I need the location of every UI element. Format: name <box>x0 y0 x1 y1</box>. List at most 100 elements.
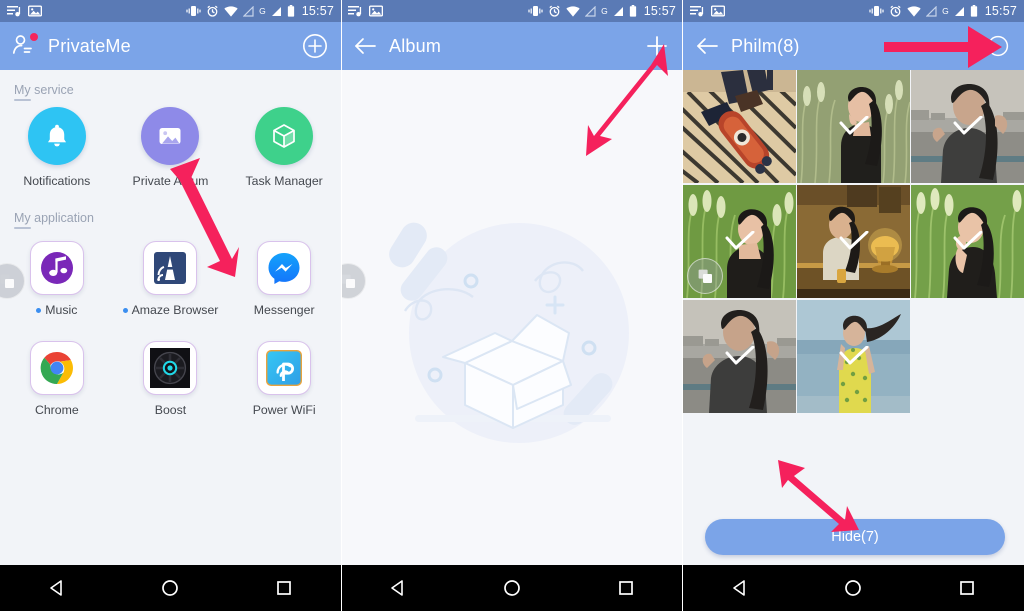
service-grid: Notifications Private Album Task Manager <box>0 103 341 198</box>
app-item-amaze-browser[interactable]: Amaze Browser <box>114 241 228 317</box>
notification-dot <box>30 33 38 41</box>
vibrate-icon <box>186 6 201 16</box>
signal-empty-icon <box>926 5 937 17</box>
back-arrow-icon[interactable] <box>341 36 389 56</box>
messenger-icon <box>257 241 312 295</box>
checkmark-icon <box>725 230 754 249</box>
checkmark-icon <box>839 230 868 249</box>
panel-album-empty: G 15:57 Album <box>341 0 683 611</box>
panel-divider-2 <box>682 0 683 611</box>
gprs-g-icon: G <box>942 6 949 16</box>
status-bar-clock: 15:57 <box>643 4 676 18</box>
status-bar-right-icons: G 15:57 <box>186 4 341 18</box>
boost-icon <box>143 341 198 395</box>
playlist-icon <box>7 6 21 17</box>
alarm-icon <box>890 5 901 17</box>
checkmark-icon <box>725 345 754 364</box>
app-bar-privateme: PrivateMe <box>0 22 341 70</box>
home-circle-icon <box>162 580 179 596</box>
status-bar-clock: 15:57 <box>301 4 334 18</box>
app-label-row: Messenger <box>254 303 315 317</box>
plus-circle-icon[interactable] <box>289 33 341 59</box>
nav-back-button[interactable] <box>710 565 770 611</box>
signal-full-icon <box>271 6 281 16</box>
new-badge-dot <box>36 307 42 313</box>
back-arrow-icon[interactable] <box>683 36 731 56</box>
checkmark-icon <box>839 345 868 364</box>
image-icon <box>369 5 383 17</box>
photo-thumb[interactable] <box>797 70 910 183</box>
hide-button[interactable]: Hide(7) <box>705 519 1005 555</box>
android-nav-bar <box>683 565 1024 611</box>
nav-back-button[interactable] <box>27 565 87 611</box>
chrome-icon <box>29 341 84 395</box>
nav-home-button[interactable] <box>482 565 542 611</box>
section-label-my-service: My service <box>0 70 341 103</box>
photo-thumb[interactable] <box>797 185 910 298</box>
gprs-g-icon: G <box>601 6 608 16</box>
status-bar-clock: 15:57 <box>984 4 1017 18</box>
battery-icon <box>970 5 977 17</box>
battery-icon <box>287 5 294 17</box>
home-circle-icon <box>845 580 862 596</box>
photo-thumb[interactable] <box>911 70 1024 183</box>
select-all-circle-icon[interactable] <box>972 35 1024 57</box>
page-title: PrivateMe <box>48 35 131 56</box>
vibrate-icon <box>869 6 884 16</box>
nav-recents-button[interactable] <box>937 565 997 611</box>
nav-home-button[interactable] <box>823 565 883 611</box>
my-application-section: My application Music Amaze Browser Messe… <box>0 198 341 417</box>
alarm-icon <box>549 5 560 17</box>
status-bar-right-icons: G 15:57 <box>528 4 683 18</box>
home-circle-icon <box>504 580 520 596</box>
screenshot-root: G 15:57 PrivateMe My service Notificatio… <box>0 0 1024 611</box>
photo-thumb[interactable] <box>683 70 796 183</box>
recents-square-icon <box>619 581 633 595</box>
panel-divider-1 <box>341 0 342 611</box>
plus-icon[interactable] <box>631 34 683 58</box>
page-title: Philm(8) <box>731 35 800 56</box>
service-label: Notifications <box>23 174 91 188</box>
multi-window-icon <box>698 269 712 283</box>
app-item-boost[interactable]: Boost <box>114 341 228 417</box>
wifi-icon <box>907 5 921 17</box>
image-icon <box>711 5 725 17</box>
status-bar-right-icons: G 15:57 <box>869 4 1024 18</box>
my-service-section: My service Notifications Private Album T… <box>0 70 341 198</box>
app-bar-album: Album <box>341 22 683 70</box>
service-item-private-album[interactable]: Private Album <box>114 107 228 188</box>
section-label-my-application: My application <box>0 198 341 231</box>
nav-recents-button[interactable] <box>254 565 314 611</box>
app-item-chrome[interactable]: Chrome <box>0 341 114 417</box>
app-item-messenger[interactable]: Messenger <box>227 241 341 317</box>
gprs-g-icon: G <box>259 6 266 16</box>
cube-icon <box>255 107 314 165</box>
service-item-notifications[interactable]: Notifications <box>0 107 114 188</box>
wifi-icon <box>224 5 238 17</box>
power-wifi-icon <box>257 341 312 395</box>
photo-thumb[interactable] <box>683 185 796 298</box>
app-label: Boost <box>154 403 187 417</box>
bell-icon <box>27 107 86 165</box>
profile-icon[interactable] <box>0 33 48 59</box>
back-triangle-icon <box>391 580 403 596</box>
multi-window-bubble[interactable] <box>687 258 723 294</box>
photo-thumb[interactable] <box>683 300 796 413</box>
nav-back-button[interactable] <box>368 565 428 611</box>
app-label-row: Music <box>36 303 77 317</box>
vibrate-icon <box>528 6 543 16</box>
back-triangle-icon <box>50 580 62 596</box>
recents-square-icon <box>277 581 291 595</box>
app-label: Messenger <box>253 303 315 317</box>
service-item-task-manager[interactable]: Task Manager <box>227 107 341 188</box>
panel-photo-selection: G 15:57 Philm(8) Hide(7) <box>683 0 1024 611</box>
nav-recents-button[interactable] <box>596 565 656 611</box>
photo-thumb[interactable] <box>911 185 1024 298</box>
app-bar-philm: Philm(8) <box>683 22 1024 70</box>
app-item-power-wifi[interactable]: Power WiFi <box>227 341 341 417</box>
app-label: Chrome <box>34 403 79 417</box>
service-label: Private Album <box>132 174 209 188</box>
photo-thumb[interactable] <box>797 300 910 413</box>
battery-icon <box>629 5 636 17</box>
nav-home-button[interactable] <box>140 565 200 611</box>
